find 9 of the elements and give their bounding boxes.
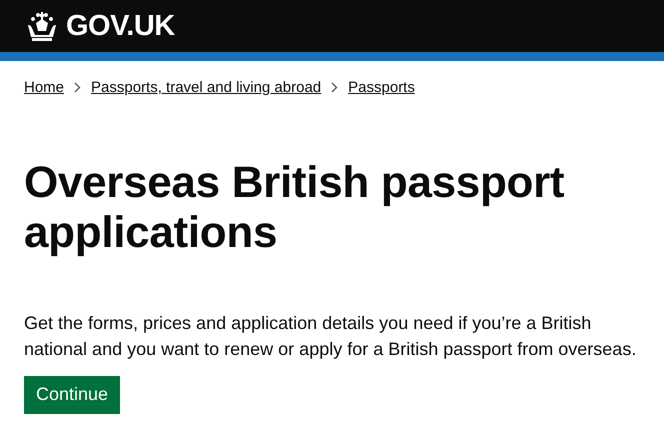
breadcrumb-link[interactable]: Passports [348,79,415,96]
chevron-icon [331,82,338,93]
breadcrumb-link[interactable]: Home [24,79,64,96]
logo-link[interactable]: GOV.UK [24,10,175,42]
chevron-icon [74,82,82,93]
intro-text: Get the forms, prices and application details you need if you’re a British national and you want to renew or apply for a British passport from overseas. [24,312,638,361]
breadcrumb-link[interactable]: Passports, travel and living abroad [91,79,322,96]
continue-button[interactable]: Continue [24,376,120,414]
page-title: Overseas British passport applications [24,158,566,258]
